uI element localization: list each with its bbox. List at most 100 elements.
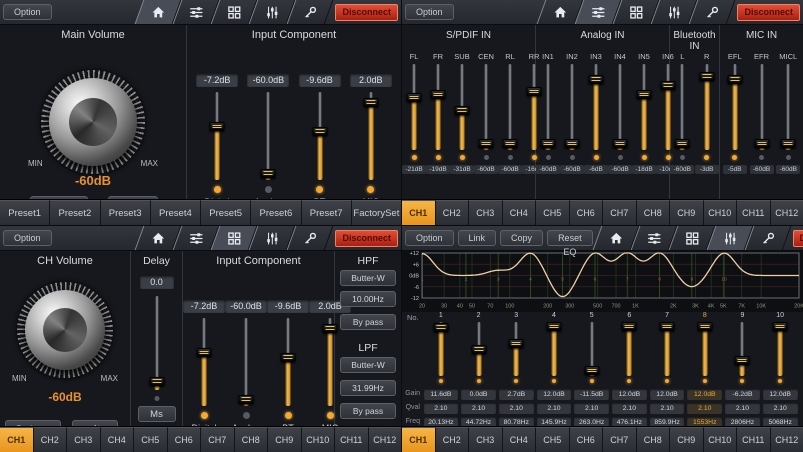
channel-tab-ch1[interactable]: CH1: [0, 427, 34, 452]
q-value-badge[interactable]: 2.10: [461, 403, 496, 414]
channel-tab-ch12[interactable]: CH12: [369, 427, 402, 452]
slider-thumb[interactable]: [503, 139, 518, 148]
level-slider[interactable]: [503, 64, 517, 150]
slider-thumb[interactable]: [479, 139, 494, 148]
channel-tab-ch2[interactable]: CH2: [436, 427, 470, 452]
channel-tab-ch10[interactable]: CH10: [302, 427, 336, 452]
slider-thumb[interactable]: [613, 139, 628, 148]
slider-thumb[interactable]: [455, 106, 470, 115]
level-slider[interactable]: [238, 318, 254, 406]
slider-thumb[interactable]: [660, 322, 675, 331]
channel-tab-ch12[interactable]: CH12: [771, 427, 803, 452]
channel-tab-ch2[interactable]: CH2: [34, 427, 68, 452]
option-button[interactable]: Option: [3, 230, 52, 246]
slider-thumb[interactable]: [781, 139, 796, 148]
level-slider[interactable]: [431, 64, 445, 150]
slider-thumb[interactable]: [471, 345, 486, 354]
main-volume-knob[interactable]: [41, 70, 145, 174]
level-slider[interactable]: [479, 64, 493, 150]
slider-thumb[interactable]: [589, 75, 604, 84]
level-slider[interactable]: [541, 64, 555, 150]
slider-thumb[interactable]: [261, 169, 276, 178]
channel-tab-ch7[interactable]: CH7: [201, 427, 235, 452]
channel-tab-ch11[interactable]: CH11: [737, 200, 771, 225]
channel-tab-ch7[interactable]: CH7: [603, 427, 637, 452]
disconnect-button[interactable]: Disconnect: [793, 230, 803, 247]
level-slider[interactable]: [637, 64, 651, 150]
channel-tab-ch5[interactable]: CH5: [536, 200, 570, 225]
level-slider[interactable]: [260, 92, 276, 180]
preset-button[interactable]: Preset6: [251, 200, 301, 225]
channel-tab-ch3[interactable]: CH3: [67, 427, 101, 452]
slider-thumb[interactable]: [699, 72, 714, 81]
eq-gain-slider[interactable]: [698, 322, 712, 376]
channel-tab-ch1[interactable]: CH1: [402, 200, 436, 225]
hpf-freq-button[interactable]: 10.00Hz: [340, 291, 396, 307]
q-value-badge[interactable]: 2.10: [725, 403, 760, 414]
channel-tab-ch9[interactable]: CH9: [670, 427, 704, 452]
delay-slider[interactable]: [149, 296, 165, 390]
eq-gain-slider[interactable]: [735, 322, 749, 376]
slider-thumb[interactable]: [239, 395, 254, 404]
delay-unit-button[interactable]: Ms: [138, 406, 176, 422]
q-value-badge[interactable]: 2.10: [574, 403, 609, 414]
gain-value-badge[interactable]: 0.0dB: [461, 389, 496, 400]
eq-gain-slider[interactable]: [660, 322, 674, 376]
level-slider[interactable]: [196, 318, 212, 406]
channel-tab-ch9[interactable]: CH9: [268, 427, 302, 452]
copy-button[interactable]: Copy: [500, 230, 543, 246]
level-slider[interactable]: [675, 64, 689, 150]
slider-thumb[interactable]: [197, 348, 212, 357]
gain-value-badge[interactable]: 12.0dB: [537, 389, 572, 400]
slider-thumb[interactable]: [622, 322, 637, 331]
eq-gain-slider[interactable]: [773, 322, 787, 376]
gain-value-badge[interactable]: -11.5dB: [574, 389, 609, 400]
gain-value-badge[interactable]: 11.6dB: [424, 389, 459, 400]
channel-tab-ch8[interactable]: CH8: [637, 200, 671, 225]
disconnect-button[interactable]: Disconnect: [737, 4, 800, 21]
level-slider[interactable]: [781, 64, 795, 150]
slider-thumb[interactable]: [697, 322, 712, 331]
option-button[interactable]: Option: [405, 230, 454, 246]
slider-thumb[interactable]: [675, 139, 690, 148]
channel-tab-ch8[interactable]: CH8: [637, 427, 671, 452]
slider-thumb[interactable]: [363, 98, 378, 107]
q-value-badge[interactable]: 2.10: [537, 403, 572, 414]
preset-button[interactable]: Preset7: [302, 200, 352, 225]
level-slider[interactable]: [755, 64, 769, 150]
slider-thumb[interactable]: [735, 356, 750, 365]
level-slider[interactable]: [280, 318, 296, 406]
channel-tab-ch10[interactable]: CH10: [704, 200, 738, 225]
gain-value-badge[interactable]: 12.0dB: [612, 389, 647, 400]
channel-tab-ch7[interactable]: CH7: [603, 200, 637, 225]
q-value-badge[interactable]: 2.10: [612, 403, 647, 414]
q-value-badge[interactable]: 2.10: [687, 403, 722, 414]
channel-tab-ch6[interactable]: CH6: [570, 200, 604, 225]
eq-gain-slider[interactable]: [547, 322, 561, 376]
slider-thumb[interactable]: [281, 353, 296, 362]
channel-tab-ch10[interactable]: CH10: [704, 427, 738, 452]
slider-thumb[interactable]: [433, 323, 448, 332]
level-slider[interactable]: [407, 64, 421, 150]
gain-value-badge[interactable]: -6.2dB: [725, 389, 760, 400]
level-slider[interactable]: [363, 92, 379, 180]
channel-tab-ch4[interactable]: CH4: [101, 427, 135, 452]
nav-tab-tuning[interactable]: [744, 226, 791, 250]
channel-tab-ch11[interactable]: CH11: [737, 427, 771, 452]
nav-tab-tuning[interactable]: [287, 226, 334, 250]
preset-button[interactable]: Preset3: [101, 200, 151, 225]
preset-button[interactable]: Preset4: [151, 200, 201, 225]
q-value-badge[interactable]: 2.10: [650, 403, 685, 414]
option-button[interactable]: Option: [3, 4, 52, 20]
hpf-bypass-button[interactable]: By pass: [340, 314, 396, 330]
option-button[interactable]: Option: [405, 4, 454, 20]
slider-thumb[interactable]: [754, 139, 769, 148]
gain-value-badge[interactable]: 12.0dB: [763, 389, 798, 400]
eq-gain-slider[interactable]: [585, 322, 599, 376]
slider-thumb[interactable]: [727, 75, 742, 84]
level-slider[interactable]: [589, 64, 603, 150]
eq-gain-slider[interactable]: [509, 322, 523, 376]
slider-thumb[interactable]: [312, 127, 327, 136]
hpf-type-button[interactable]: Butter-W: [340, 270, 396, 286]
slider-thumb[interactable]: [565, 139, 580, 148]
